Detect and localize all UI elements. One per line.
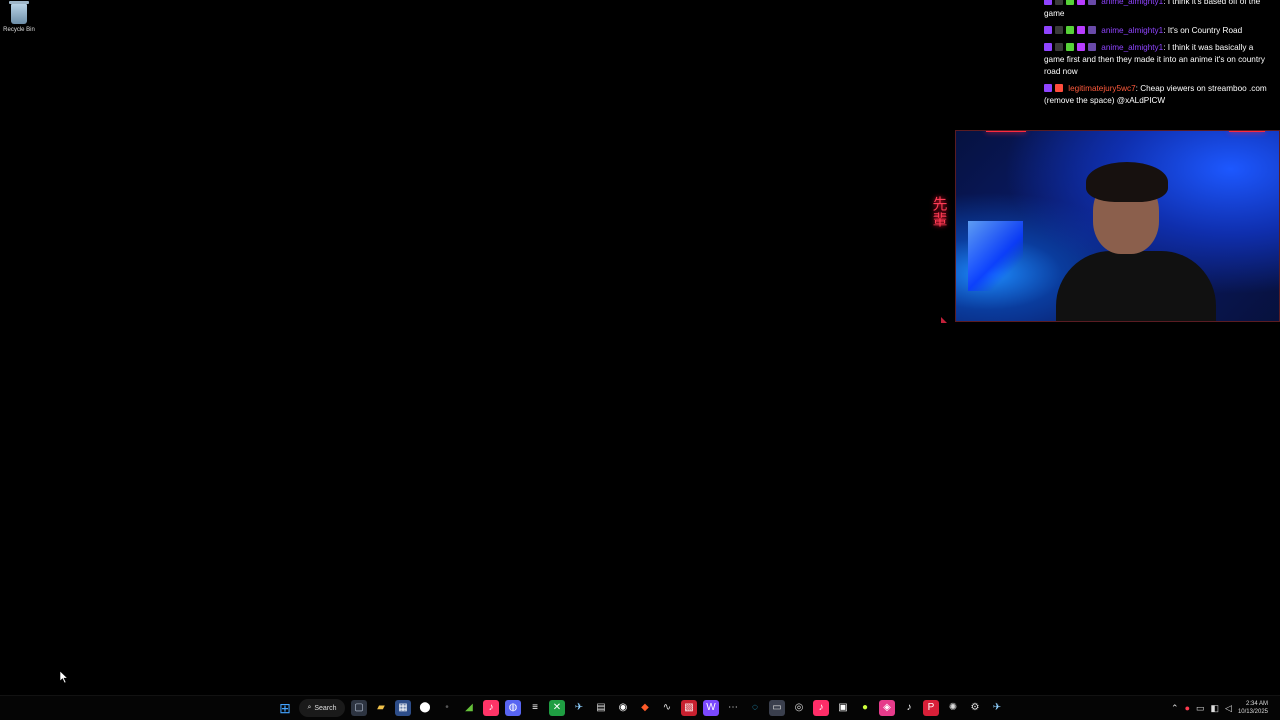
chat-username: anime_almighty1 xyxy=(1101,0,1164,6)
app-icon-5[interactable]: ⋯ xyxy=(725,700,741,716)
brave-icon[interactable]: ◆ xyxy=(637,700,653,716)
app-icon-3[interactable]: ∿ xyxy=(659,700,675,716)
badge-icon xyxy=(1044,84,1052,92)
chrome-icon[interactable]: ◉ xyxy=(615,700,631,716)
music-icon[interactable]: ♪ xyxy=(483,700,499,716)
chat-message: legitimatejury5wc7: Cheap viewers on str… xyxy=(1044,84,1267,105)
file-explorer-icon[interactable]: ▰ xyxy=(373,700,389,716)
chat-username: legitimatejury5wc7 xyxy=(1068,84,1136,93)
chat-username: anime_almighty1 xyxy=(1101,43,1164,52)
settings-icon[interactable]: ⚙ xyxy=(967,700,983,716)
chat-username: anime_almighty1 xyxy=(1101,26,1164,35)
display-icon[interactable]: ▭ xyxy=(1196,703,1205,714)
pinterest-icon[interactable]: P xyxy=(923,700,939,716)
badge-icon xyxy=(1044,26,1052,34)
badge-icon xyxy=(1066,0,1074,5)
badge-icon xyxy=(1077,0,1085,5)
search-label: Search xyxy=(314,704,337,712)
instagram-icon[interactable]: ◈ xyxy=(879,700,895,716)
badge-icon xyxy=(1055,84,1063,92)
obs-icon[interactable]: ◎ xyxy=(791,700,807,716)
recycle-bin-icon xyxy=(9,1,29,24)
nvidia-icon[interactable]: ◢ xyxy=(461,700,477,716)
badge-icon xyxy=(1077,43,1085,51)
hair xyxy=(1086,162,1168,202)
hoodie xyxy=(1056,251,1216,321)
badge-icon xyxy=(1055,0,1063,5)
webcam-feed xyxy=(955,130,1280,322)
badge-icon xyxy=(1066,43,1074,51)
badge-icon xyxy=(1088,43,1096,51)
badge-icon xyxy=(1055,43,1063,51)
notification-icon[interactable]: ● xyxy=(1185,703,1190,713)
webcam-accent-line xyxy=(986,131,1026,132)
stream-chat: anime_almighty1: I think it's based off … xyxy=(1044,0,1272,112)
chat-text: It's on Country Road xyxy=(1167,26,1243,35)
chevron-up-icon[interactable]: ⌃ xyxy=(1171,703,1179,714)
chat-message: anime_almighty1: It's on Country Road xyxy=(1044,25,1272,37)
recycle-bin[interactable]: Recycle Bin xyxy=(2,1,36,33)
app-icon-6[interactable]: ▭ xyxy=(769,700,785,716)
hidden-app-icon[interactable]: • xyxy=(439,700,455,716)
steam-icon[interactable]: ✈ xyxy=(571,700,587,716)
task-view-icon[interactable]: ▢ xyxy=(351,700,367,716)
calendar-icon[interactable]: ▦ xyxy=(395,700,411,716)
app-icon-9[interactable]: ✺ xyxy=(945,700,961,716)
badge-icon xyxy=(1044,43,1052,51)
system-tray: ⌃ ● ▭ ◧ ◁ 2:34 AM 10/13/2025 xyxy=(1171,698,1268,718)
clock-time: 2:34 AM xyxy=(1245,701,1268,707)
app-icon-8[interactable]: ● xyxy=(857,700,873,716)
edge-icon[interactable]: ◌ xyxy=(747,700,763,716)
mouse-cursor-icon xyxy=(60,671,68,683)
recycle-bin-label: Recycle Bin xyxy=(3,27,35,33)
discord-icon[interactable]: ◍ xyxy=(505,700,521,716)
chat-message: anime_almighty1: I think it's based off … xyxy=(1044,0,1272,20)
overlay-kanji: 先輩 xyxy=(932,196,948,229)
clock[interactable]: 2:34 AM 10/13/2025 xyxy=(1238,700,1268,716)
app-icon[interactable]: ≡ xyxy=(527,700,543,716)
taskbar: ⊞ ⌕ Search ▢ ▰ ▦ ⬤ • ◢ ♪ ◍ ≡ ✕ ✈ ▤ ◉ ◆ ∿ ▧ W ⋯ ◌ ▭ ◎ ♪ ▣ ● ◈ ♪ P ✺ ⚙… xyxy=(0,695,1280,720)
app-icon-7[interactable]: ▣ xyxy=(835,700,851,716)
volume-icon[interactable]: ◁ xyxy=(1225,703,1232,714)
xbox-icon[interactable]: ✕ xyxy=(549,700,565,716)
tiktok-icon[interactable]: ♪ xyxy=(901,700,917,716)
streamer-figure xyxy=(1056,156,1216,321)
badge-icon xyxy=(1044,0,1052,5)
rgb-light xyxy=(968,221,1023,291)
maps-pin-icon[interactable]: ⬤ xyxy=(417,700,433,716)
network-icon[interactable]: ◧ xyxy=(1211,703,1220,714)
webcam-corner-accent xyxy=(941,317,947,323)
chat-message: anime_almighty1: I think it was basicall… xyxy=(1044,43,1265,76)
taskbar-search[interactable]: ⌕ Search xyxy=(299,699,345,717)
badge-icon xyxy=(1077,26,1085,34)
gallery-icon[interactable]: ▧ xyxy=(681,700,697,716)
search-icon: ⌕ xyxy=(307,704,312,711)
clock-date: 10/13/2025 xyxy=(1237,709,1268,715)
badge-icon xyxy=(1055,26,1063,34)
app-icon-4[interactable]: W xyxy=(703,700,719,716)
webcam-accent-line xyxy=(1229,131,1265,132)
steam-icon-2[interactable]: ✈ xyxy=(989,700,1005,716)
tiktok-studio-icon[interactable]: ♪ xyxy=(813,700,829,716)
badge-icon xyxy=(1066,26,1074,34)
badge-icon xyxy=(1088,0,1096,5)
badge-icon xyxy=(1088,26,1096,34)
app-icon-2[interactable]: ▤ xyxy=(593,700,609,716)
start-menu-icon[interactable]: ⊞ xyxy=(277,700,293,716)
